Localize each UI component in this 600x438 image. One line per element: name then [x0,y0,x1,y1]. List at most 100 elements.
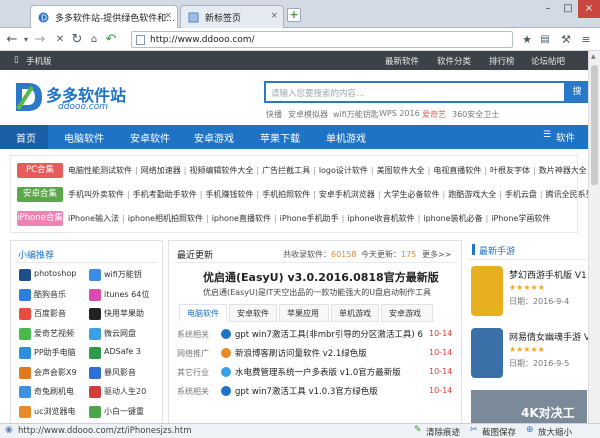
stop-icon[interactable]: ✕ [52,31,68,48]
mobile-version-link[interactable]: 手机版 [26,55,52,67]
category-link[interactable]: 视频编辑软件大全 [189,166,253,175]
hot-link[interactable]: 安卓模拟器 [288,109,328,120]
topbar-link-ranking[interactable]: 排行榜 [489,55,515,67]
nav-pc-software[interactable]: 电脑软件 [64,130,104,145]
tab-close-icon[interactable]: × [164,11,172,21]
category-link[interactable]: 手机赚钱软件 [205,190,253,199]
category-link[interactable]: 手机云盘 [505,190,537,199]
app-link[interactable]: wifi万能钥 [89,269,142,282]
latest-tab[interactable]: 单机游戏 [331,304,379,322]
nav-android-games[interactable]: 安卓游戏 [194,130,234,145]
category-link[interactable]: iphone直播软件 [212,214,271,223]
forward-arrow-icon[interactable]: → [32,31,48,48]
hot-link[interactable]: 爱奇艺 [422,109,446,120]
nav-android-software[interactable]: 安卓软件 [130,130,170,145]
game-item[interactable]: 梦幻西游手机版 V1 ★★★★★ 日期：2016-9-4 [471,266,588,326]
category-link[interactable]: iphone装机必备 [423,214,482,223]
minimize-button[interactable]: – [538,0,558,18]
category-link[interactable]: 手机叫外卖软件 [68,190,124,199]
category-link[interactable]: iPhone学画软件 [491,214,550,223]
category-link[interactable]: 手机考勤助手软件 [133,190,197,199]
close-window-button[interactable]: × [578,0,600,18]
news-row[interactable]: 系统相关 gpt win7激活工具 v1.0.3官方绿色版 10-14 [177,385,455,399]
app-link[interactable]: 爱奇艺视频 [19,327,74,341]
category-link[interactable]: iphone收音机软件 [347,214,414,223]
maximize-button[interactable]: □ [558,0,578,18]
category-link[interactable]: 广告拦截工具 [262,166,310,175]
app-link[interactable]: 百度影音 [19,308,66,321]
undo-icon[interactable]: ↶ [103,31,119,48]
vertical-scrollbar[interactable]: ▲ [588,51,600,423]
nav-pc-games[interactable]: 单机游戏 [326,130,366,145]
app-link[interactable]: ADSafe 3 [89,347,141,360]
category-link[interactable]: 大学生必备软件 [384,190,440,199]
app-link[interactable]: 小白一键重 [89,405,144,419]
settings-menu-icon[interactable]: ≡ [578,31,594,48]
clear-traces-button[interactable]: 清除痕迹 [426,426,460,438]
app-link[interactable]: 奇兔刷机电 [19,386,74,399]
hot-link[interactable]: 快播 [266,109,282,120]
tools-icon[interactable]: ⚒ [558,31,574,48]
star-icon[interactable]: ★ [519,31,535,48]
hot-link[interactable]: WPS 2016 [379,109,420,118]
more-link[interactable]: 更多>> [422,249,451,260]
scroll-up-icon[interactable]: ▲ [591,53,598,61]
category-link[interactable]: 电视直播软件 [433,166,481,175]
category-link[interactable]: 叶根友字体 [490,166,530,175]
app-link[interactable]: 微云网盘 [89,327,136,341]
tab-close-icon[interactable]: × [270,11,278,21]
nav-more-software[interactable]: 软件 [556,130,575,144]
category-link[interactable]: 美图软件大全 [377,166,425,175]
app-link[interactable]: photoshop [19,269,76,282]
app-link[interactable]: itunes 64位 [89,288,149,302]
topbar-link-latest[interactable]: 最新软件 [385,55,419,67]
app-link[interactable]: 会声会影X9 [19,366,77,380]
app-link[interactable]: uc浏览器电 [19,405,75,419]
category-link[interactable]: logo设计软件 [319,166,368,175]
topbar-link-category[interactable]: 软件分类 [437,55,471,67]
news-row[interactable]: 系统相关 gpt win7激活工具(非mbr引导的分区激活工具) 64 10-14 [177,328,455,342]
screenshot-button[interactable]: 截图保存 [482,426,516,438]
latest-tab[interactable]: 安卓软件 [229,304,277,322]
new-tab-button[interactable]: + [287,8,301,22]
search-input[interactable]: 请输入您要搜索的内容... [264,81,566,103]
app-link[interactable]: PP助手电脑 [19,347,76,360]
category-link[interactable]: 安卓手机浏览器 [319,190,375,199]
latest-tab[interactable]: 苹果应用 [279,304,329,322]
category-link[interactable]: 数片神器大全 [539,166,587,175]
latest-tab[interactable]: 安卓游戏 [381,304,433,322]
game-item[interactable]: 网易倩女幽魂手游 V1 ★★★★★ 日期：2016-9-5 [471,328,588,388]
home-icon[interactable]: ⌂ [86,31,102,48]
hot-link[interactable]: 360安全卫士 [452,109,499,120]
address-bar[interactable]: http://www.ddooo.com/ [131,31,513,48]
nav-apple-download[interactable]: 苹果下载 [260,130,300,145]
category-link[interactable]: 手机拍照软件 [262,190,310,199]
app-link[interactable]: 快用苹果助 [89,308,144,321]
scroll-thumb[interactable] [591,65,598,185]
category-link[interactable]: iPhone手机助手 [280,214,339,223]
latest-tab[interactable]: 电脑软件 [179,304,227,322]
category-link[interactable]: 跑酷游戏大全 [448,190,496,199]
category-link[interactable]: 电脑性能测试软件 [68,166,132,175]
hot-link[interactable]: wifi万能钥匙 [333,109,379,120]
page-menu-icon[interactable]: ▤ [537,31,553,48]
nav-home[interactable]: 首页 [16,130,36,145]
app-link[interactable]: 驱动人生20 [89,386,146,399]
news-row[interactable]: 其它行业 水电费管理系统一户多表版 v1.0官方最新版 10-14 [177,366,455,380]
app-link[interactable]: 酷狗音乐 [19,288,66,302]
category-link[interactable]: iPhone输入法 [68,214,119,223]
app-link[interactable]: 暴风影音 [89,366,136,380]
zoom-button[interactable]: 放大缩小 [538,426,572,438]
tab-new-page[interactable]: 新标签页 × [180,5,284,28]
search-button[interactable]: 搜 [566,81,588,103]
category-link[interactable]: 腾讯全民系列游戏 [546,190,588,199]
category-link[interactable]: 网络加速器 [141,166,181,175]
news-row[interactable]: 网络推广 新浪博客刷访问量软件 v2.1绿色版 10-14 [177,347,455,361]
game-banner[interactable]: 4K对决工 [471,390,587,423]
category-link[interactable]: iphone相机拍照软件 [128,214,203,223]
topbar-link-forum[interactable]: 论坛帖吧 [531,55,565,67]
headline-link[interactable]: 优启通(EasyU) v3.0.2016.0818官方最新版 [203,269,439,285]
menu-grid-icon[interactable]: ☰ [543,130,551,140]
tab-active[interactable]: D 多多软件站-提供绿色软件和... × [30,5,178,29]
refresh-icon[interactable]: ↻ [69,31,85,48]
